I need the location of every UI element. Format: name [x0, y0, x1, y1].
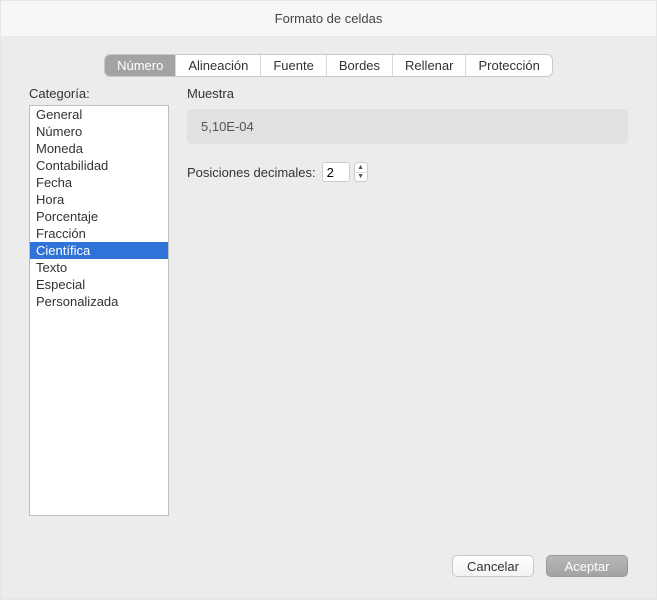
format-cells-dialog: Formato de celdas Número Alineación Fuen… — [0, 0, 657, 600]
category-item-especial[interactable]: Especial — [30, 276, 168, 293]
window-title: Formato de celdas — [275, 11, 383, 26]
category-column: Categoría: General Número Moneda Contabi… — [29, 86, 169, 516]
category-item-personalizada[interactable]: Personalizada — [30, 293, 168, 310]
tab-rellenar[interactable]: Rellenar — [393, 55, 466, 76]
decimals-input[interactable] — [322, 162, 350, 182]
category-listbox[interactable]: General Número Moneda Contabilidad Fecha… — [29, 105, 169, 516]
category-label: Categoría: — [29, 86, 169, 101]
spin-buttons: ▲ ▼ — [354, 162, 368, 182]
tab-proteccion[interactable]: Protección — [466, 55, 551, 76]
dialog-content: Número Alineación Fuente Bordes Rellenar… — [1, 37, 656, 599]
dialog-footer: Cancelar Aceptar — [452, 555, 628, 577]
category-item-fraccion[interactable]: Fracción — [30, 225, 168, 242]
tabs-container: Número Alineación Fuente Bordes Rellenar… — [29, 55, 628, 76]
spin-up-button[interactable]: ▲ — [355, 163, 367, 173]
ok-button[interactable]: Aceptar — [546, 555, 628, 577]
sample-box: 5,10E-04 — [187, 109, 628, 144]
category-item-general[interactable]: General — [30, 106, 168, 123]
tablist: Número Alineación Fuente Bordes Rellenar… — [105, 55, 552, 76]
options-column: Muestra 5,10E-04 Posiciones decimales: ▲… — [187, 86, 628, 516]
sample-label: Muestra — [187, 86, 628, 101]
decimal-row: Posiciones decimales: ▲ ▼ — [187, 162, 628, 182]
sample-value: 5,10E-04 — [201, 119, 254, 134]
category-item-moneda[interactable]: Moneda — [30, 140, 168, 157]
category-item-cientifica[interactable]: Científica — [30, 242, 168, 259]
category-item-contabilidad[interactable]: Contabilidad — [30, 157, 168, 174]
decimals-label: Posiciones decimales: — [187, 165, 316, 180]
category-item-hora[interactable]: Hora — [30, 191, 168, 208]
decimals-spinner: ▲ ▼ — [322, 162, 368, 182]
tab-bordes[interactable]: Bordes — [327, 55, 393, 76]
tab-numero[interactable]: Número — [105, 55, 176, 76]
tab-fuente[interactable]: Fuente — [261, 55, 326, 76]
window-titlebar: Formato de celdas — [1, 1, 656, 37]
category-item-texto[interactable]: Texto — [30, 259, 168, 276]
spin-down-button[interactable]: ▼ — [355, 173, 367, 182]
category-item-porcentaje[interactable]: Porcentaje — [30, 208, 168, 225]
cancel-button[interactable]: Cancelar — [452, 555, 534, 577]
category-item-numero[interactable]: Número — [30, 123, 168, 140]
body-row: Categoría: General Número Moneda Contabi… — [29, 86, 628, 516]
category-item-fecha[interactable]: Fecha — [30, 174, 168, 191]
tab-alineacion[interactable]: Alineación — [176, 55, 261, 76]
